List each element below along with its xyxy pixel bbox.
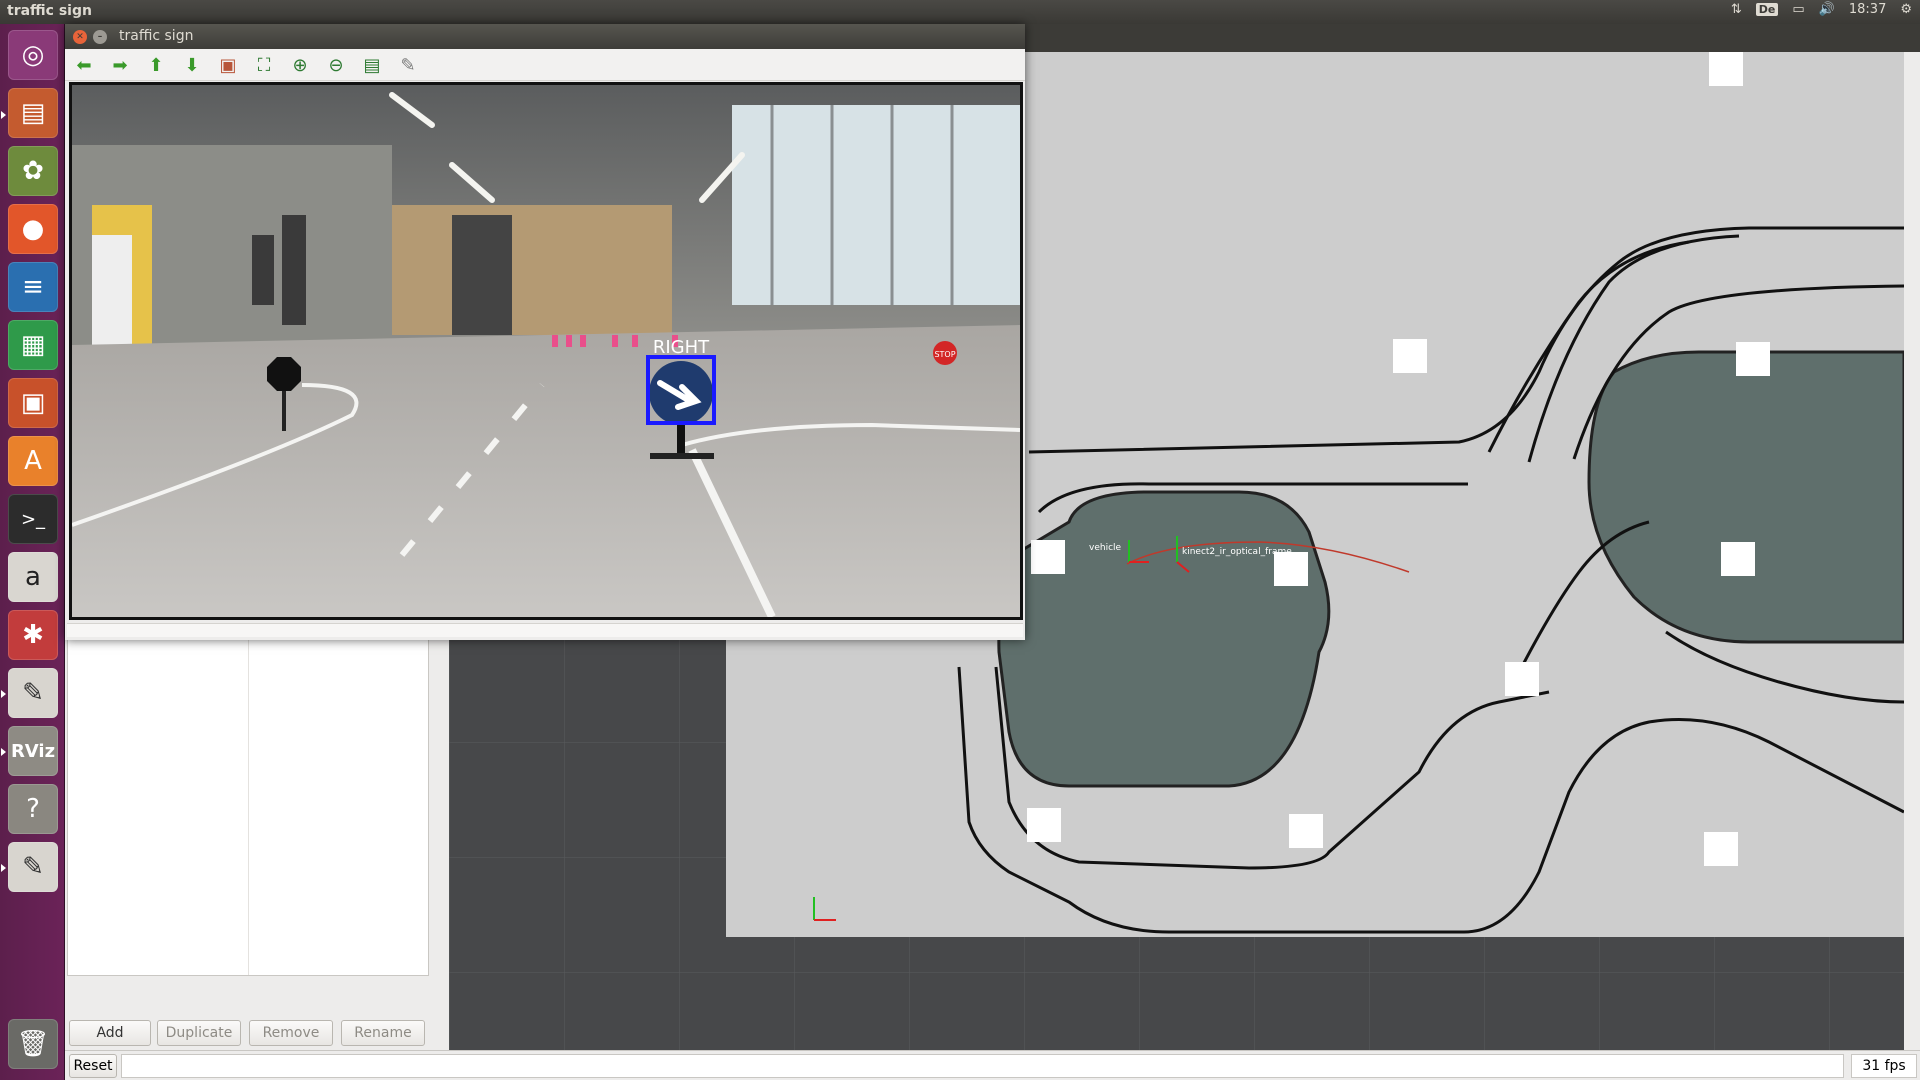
- frame-label-vehicle: vehicle: [1089, 543, 1122, 553]
- viewport-scrollbar[interactable]: [1904, 52, 1920, 1050]
- zoom-out-icon[interactable]: ⊖: [323, 53, 349, 77]
- window-titlebar[interactable]: ✕ – traffic sign: [65, 24, 1025, 49]
- keyboard-layout-indicator[interactable]: De: [1755, 3, 1779, 16]
- status-bar: Reset 31 fps: [65, 1050, 1920, 1080]
- status-field: [121, 1054, 1844, 1078]
- remove-button[interactable]: Remove: [249, 1020, 333, 1046]
- duplicate-button[interactable]: Duplicate: [157, 1020, 241, 1046]
- octagon-sign-left: [267, 357, 301, 391]
- zoom-fit-icon[interactable]: ⛶: [251, 53, 277, 77]
- trash-icon[interactable]: 🗑: [8, 1019, 58, 1069]
- settings-icon[interactable]: ✱: [8, 610, 58, 660]
- minimize-icon[interactable]: –: [93, 30, 107, 44]
- save-icon[interactable]: ▤: [359, 53, 385, 77]
- fps-readout: 31 fps: [1851, 1054, 1917, 1078]
- horizontal-scrollbar[interactable]: [67, 623, 1023, 637]
- rename-button[interactable]: Rename: [341, 1020, 425, 1046]
- close-icon[interactable]: ✕: [73, 30, 87, 44]
- clock[interactable]: 18:37: [1849, 2, 1886, 17]
- down-arrow-icon[interactable]: ⬇: [179, 53, 205, 77]
- gear-icon[interactable]: ⚙: [1900, 2, 1912, 17]
- back-arrow-icon[interactable]: ⬅: [71, 53, 97, 77]
- libreoffice-impress-icon[interactable]: ▣: [8, 378, 58, 428]
- file-manager-icon[interactable]: ▤: [8, 88, 58, 138]
- amazon-icon[interactable]: a: [8, 552, 58, 602]
- image-toolbar: ⬅ ➡ ⬆ ⬇ ▣ ⛶ ⊕ ⊖ ▤ ✎: [65, 49, 1025, 81]
- text-editor-icon[interactable]: ✎: [8, 842, 58, 892]
- help-icon[interactable]: ?: [8, 784, 58, 834]
- camera-scene: STOP RIGHT: [72, 85, 1020, 617]
- rviz-icon[interactable]: RViz: [8, 726, 58, 776]
- window-title: traffic sign: [119, 28, 194, 44]
- frame-label-kinect: kinect2_ir_optical_frame: [1182, 547, 1292, 557]
- libreoffice-writer-icon[interactable]: ≡: [8, 262, 58, 312]
- libreoffice-calc-icon[interactable]: ▦: [8, 320, 58, 370]
- firefox-icon[interactable]: ●: [8, 204, 58, 254]
- displays-tree[interactable]: [67, 636, 429, 976]
- obstacle-island-center: [997, 490, 1331, 788]
- network-icon[interactable]: ⇅: [1731, 2, 1742, 17]
- pen-icon[interactable]: ✎: [395, 53, 421, 77]
- add-button[interactable]: Add: [69, 1020, 151, 1046]
- image-icon[interactable]: ▣: [215, 53, 241, 77]
- up-arrow-icon[interactable]: ⬆: [143, 53, 169, 77]
- forward-arrow-icon[interactable]: ➡: [107, 53, 133, 77]
- stop-sign-text: STOP: [934, 350, 955, 359]
- app-title: traffic sign: [7, 3, 92, 19]
- system-tray: ⇅ De ▭ 🔊 18:37 ⚙: [1731, 2, 1912, 17]
- text-editor-icon[interactable]: ✎: [8, 668, 58, 718]
- zoom-in-icon[interactable]: ⊕: [287, 53, 313, 77]
- top-panel: traffic sign ⇅ De ▭ 🔊 18:37 ⚙: [0, 0, 1920, 24]
- obstacle-island-right: [1587, 350, 1904, 644]
- reset-button[interactable]: Reset: [69, 1054, 117, 1078]
- battery-icon[interactable]: ▭: [1792, 2, 1804, 17]
- volume-icon[interactable]: 🔊: [1819, 2, 1835, 17]
- software-center-icon[interactable]: A: [8, 436, 58, 486]
- camera-image: STOP RIGHT: [69, 82, 1023, 620]
- image-view-window: ✕ – traffic sign ⬅ ➡ ⬆ ⬇ ▣ ⛶ ⊕ ⊖ ▤ ✎ STO…: [65, 24, 1025, 640]
- detection-label: RIGHT: [653, 337, 710, 358]
- ubuntu-logo-icon[interactable]: ◎: [8, 30, 58, 80]
- terminal-icon[interactable]: >_: [8, 494, 58, 544]
- image-viewer-icon[interactable]: ✿: [8, 146, 58, 196]
- launcher: ◎ ▤ ✿ ● ≡ ▦ ▣ A >_ a ✱ ✎ RViz ? ✎ 🗑: [0, 24, 65, 1080]
